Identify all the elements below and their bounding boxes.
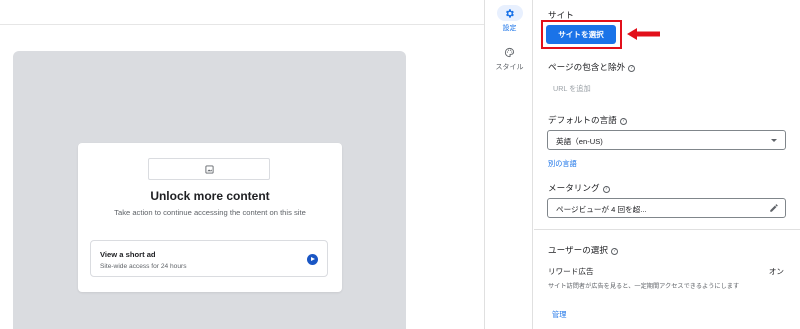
- palette-icon: [504, 47, 515, 57]
- gear-icon: [506, 8, 514, 18]
- pencil-icon[interactable]: [769, 203, 779, 213]
- metering-heading: メータリング?: [548, 182, 610, 194]
- help-icon[interactable]: ?: [628, 65, 636, 72]
- view-ad-option[interactable]: View a short ad Site-wide access for 24 …: [90, 240, 328, 277]
- rewarded-ads-description: サイト訪問者が広告を見ると、一定期間アクセスできるようにします: [548, 283, 740, 290]
- language-label: デフォルトの言語: [548, 115, 617, 125]
- language-select[interactable]: 英語（en-US): [547, 130, 786, 150]
- arrow-left-icon: [627, 28, 660, 40]
- user-choice-heading: ユーザーの選択?: [548, 244, 618, 256]
- card-title: Unlock more content: [150, 189, 270, 203]
- rewarded-ads-status: オン: [768, 267, 784, 276]
- icon-rail: 設定 スタイル: [484, 0, 533, 329]
- user-choice-label: ユーザーの選択: [548, 245, 608, 255]
- section-divider: [534, 229, 800, 230]
- help-icon[interactable]: ?: [619, 118, 627, 125]
- rail-item-style[interactable]: スタイル: [485, 44, 534, 72]
- ad-option-subtitle: Site-wide access for 24 hours: [100, 263, 187, 270]
- metering-value: ページビューが 4 回を超...: [556, 205, 647, 214]
- other-language-link[interactable]: 別の言語: [548, 159, 577, 169]
- dropdown-arrow-icon: [771, 139, 777, 142]
- card-description: Take action to continue accessing the co…: [114, 208, 306, 217]
- language-selected: 英語（en-US): [556, 137, 603, 146]
- offerwall-card: Unlock more content Take action to conti…: [78, 143, 342, 292]
- add-url-button[interactable]: URL を追加: [553, 84, 591, 94]
- help-icon[interactable]: ?: [611, 248, 618, 255]
- rewarded-ads-label: リワード広告: [548, 267, 594, 276]
- preview-area: Unlock more content Take action to conti…: [0, 0, 484, 329]
- manage-link[interactable]: 管理: [552, 310, 566, 320]
- preview-divider: [0, 24, 484, 25]
- help-icon[interactable]: ?: [602, 186, 610, 193]
- ad-option-title: View a short ad: [100, 250, 156, 259]
- image-icon: [204, 164, 214, 174]
- select-site-button[interactable]: サイトを選択: [546, 25, 616, 44]
- rail-item-settings[interactable]: 設定: [485, 5, 534, 33]
- metering-field[interactable]: ページビューが 4 回を超...: [547, 198, 786, 218]
- rail-label-settings: 設定: [502, 25, 517, 32]
- settings-panel: サイト サイトを選択 ページの包含と除外? URL を追加 デフォルトの言語? …: [534, 0, 800, 329]
- language-heading: デフォルトの言語?: [548, 114, 627, 126]
- include-exclude-label: ページの包含と除外: [548, 62, 626, 72]
- metering-label: メータリング: [548, 183, 600, 193]
- include-exclude-heading: ページの包含と除外?: [548, 61, 636, 73]
- play-icon[interactable]: [307, 254, 318, 265]
- rail-label-style: スタイル: [495, 64, 524, 71]
- image-placeholder: [148, 158, 270, 180]
